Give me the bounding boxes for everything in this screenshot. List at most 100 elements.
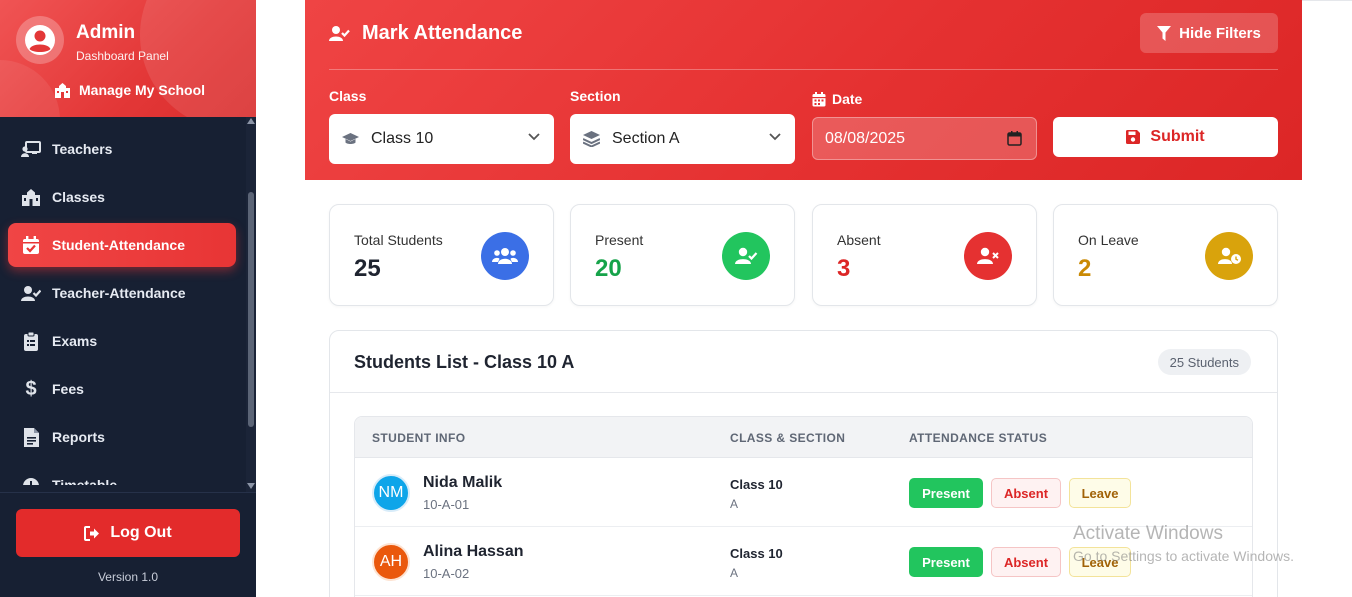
divider (329, 69, 1278, 70)
stat-card-present: Present 20 (570, 204, 795, 306)
stat-label: On Leave (1078, 232, 1139, 248)
chevron-down-icon (528, 133, 540, 141)
sidebar-item-label: Classes (52, 189, 105, 205)
sidebar-item-fees[interactable]: $ Fees (8, 367, 236, 411)
sidebar-footer: Log Out Version 1.0 (0, 492, 256, 597)
calendar-picker-icon[interactable] (1007, 131, 1022, 146)
attendance-header: Mark Attendance Hide Filters Class Secti… (305, 0, 1302, 180)
sidebar-item-label: Teacher-Attendance (52, 285, 186, 301)
leave-button[interactable]: Leave (1069, 478, 1131, 508)
stat-label: Total Students (354, 232, 443, 248)
manage-school-label: Manage My School (79, 82, 206, 98)
section-label: Section (570, 88, 621, 104)
user-circle-icon (25, 25, 55, 55)
logout-label: Log Out (110, 524, 172, 541)
manage-school-link[interactable]: Manage My School (54, 82, 205, 98)
scroll-up-arrow-icon[interactable] (247, 118, 255, 124)
present-button[interactable]: Present (909, 547, 983, 577)
stat-label: Present (595, 232, 644, 248)
users-icon (481, 232, 529, 280)
school-icon (55, 82, 70, 98)
section-select-value: Section A (612, 130, 680, 147)
activate-windows-title: Activate Windows (1073, 523, 1223, 544)
column-header-student-info: STUDENT INFO (372, 431, 466, 445)
date-label-text: Date (832, 91, 863, 107)
sidebar-item-reports[interactable]: Reports (8, 415, 236, 459)
student-class: Class 10 (730, 546, 783, 561)
chevron-down-icon (769, 133, 781, 141)
students-table: STUDENT INFO CLASS & SECTION ATTENDANCE … (354, 416, 1253, 597)
calendar-icon (812, 91, 826, 106)
stat-card-absent: Absent 3 (812, 204, 1037, 306)
date-label: Date (812, 91, 862, 107)
logout-button[interactable]: Log Out (16, 509, 240, 557)
sidebar-item-teachers[interactable]: Teachers (8, 127, 236, 171)
save-icon (1126, 130, 1141, 144)
graduation-cap-icon (341, 133, 359, 145)
user-check-icon (329, 26, 350, 41)
admin-subtitle: Dashboard Panel (76, 49, 169, 63)
stat-value: 2 (1078, 255, 1092, 282)
dollar-icon: $ (25, 377, 37, 400)
sidebar-item-teacher-attendance[interactable]: Teacher-Attendance (8, 271, 236, 315)
table-header: STUDENT INFO CLASS & SECTION ATTENDANCE … (355, 417, 1252, 458)
page-title-text: Mark Attendance (362, 22, 523, 44)
user-clock-icon (1205, 232, 1253, 280)
user-check-icon (20, 282, 42, 304)
school-icon (20, 186, 42, 208)
sidebar-item-exams[interactable]: Exams (8, 319, 236, 363)
sidebar-header: Admin Dashboard Panel Manage My School (0, 0, 256, 117)
sidebar-item-classes[interactable]: Classes (8, 175, 236, 219)
submit-button[interactable]: Submit (1053, 117, 1278, 157)
date-input-value: 08/08/2025 (825, 129, 906, 147)
decor-circle (0, 60, 60, 117)
hide-filters-label: Hide Filters (1179, 24, 1261, 42)
table-row: NM Nida Malik 10-A-01 Class 10 A Present… (355, 458, 1252, 527)
sidebar-item-label: Exams (52, 333, 98, 349)
submit-label: Submit (1150, 128, 1205, 145)
sidebar-scrollbar-thumb[interactable] (248, 192, 254, 427)
sidebar-item-label: Teachers (52, 141, 113, 157)
page-title: Mark Attendance (329, 22, 522, 45)
student-name: Alina Hassan (423, 543, 524, 560)
clock-icon (20, 475, 42, 485)
sign-out-icon (84, 525, 100, 541)
sidebar-nav: Teachers Classes Student-Attendance Teac… (0, 127, 246, 489)
calendar-check-icon (20, 234, 42, 256)
stat-value: 3 (837, 255, 851, 282)
clipboard-icon (20, 330, 42, 352)
students-count-badge: 25 Students (1157, 349, 1251, 375)
student-avatar: NM (372, 474, 410, 512)
student-name: Nida Malik (423, 474, 503, 491)
layers-icon (582, 131, 600, 147)
hide-filters-button[interactable]: Hide Filters (1140, 13, 1278, 53)
absent-button[interactable]: Absent (991, 478, 1061, 508)
student-section: A (730, 497, 739, 511)
divider (1302, 0, 1352, 1)
admin-avatar[interactable] (16, 16, 64, 64)
absent-button[interactable]: Absent (991, 547, 1061, 577)
stat-value: 25 (354, 255, 381, 282)
column-header-attendance-status: ATTENDANCE STATUS (909, 431, 1048, 445)
admin-title: Admin (76, 22, 136, 43)
date-input[interactable]: 08/08/2025 (812, 117, 1037, 160)
sidebar-item-student-attendance[interactable]: Student-Attendance (8, 223, 236, 267)
student-section: A (730, 566, 739, 580)
student-roll: 10-A-02 (423, 566, 470, 581)
stat-value: 20 (595, 255, 622, 282)
class-select[interactable]: Class 10 (329, 114, 554, 164)
students-list-title: Students List - Class 10 A (354, 352, 575, 372)
present-button[interactable]: Present (909, 478, 983, 508)
student-roll: 10-A-01 (423, 497, 470, 512)
divider (330, 392, 1277, 393)
sidebar-item-timetable[interactable]: Timetable (8, 463, 236, 485)
sidebar-item-label: Reports (52, 429, 105, 445)
class-select-value: Class 10 (371, 130, 434, 147)
stat-card-total: Total Students 25 (329, 204, 554, 306)
file-icon (20, 426, 42, 448)
activate-windows-hint: Go to Settings to activate Windows. (1073, 548, 1294, 564)
column-header-class-section: CLASS & SECTION (730, 431, 846, 445)
section-select[interactable]: Section A (570, 114, 795, 164)
sidebar-item-label: Fees (52, 381, 84, 397)
scroll-down-arrow-icon[interactable] (247, 483, 255, 489)
